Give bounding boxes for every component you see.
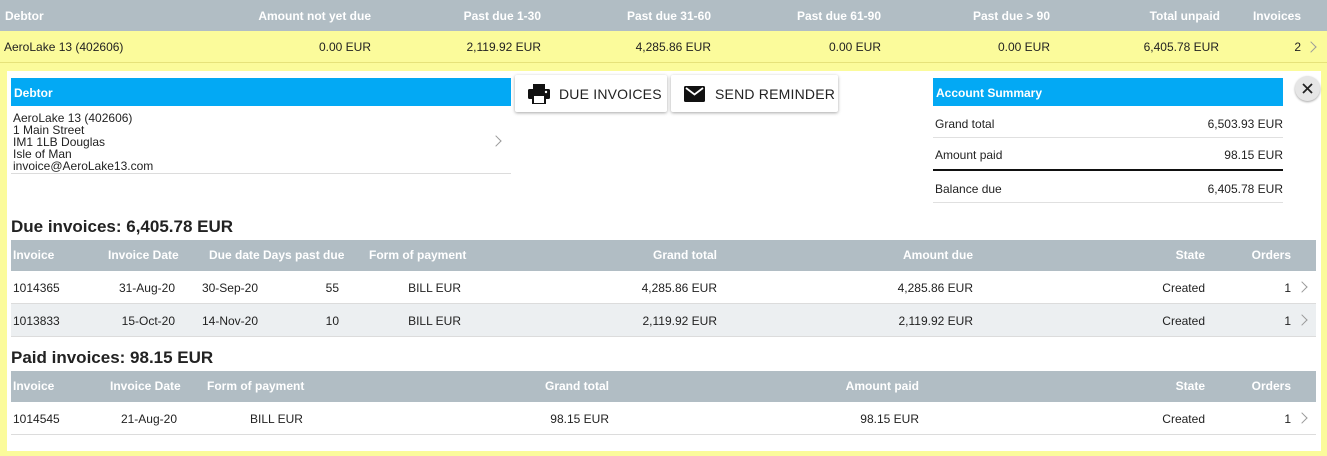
- due-invoices-label: DUE INVOICES: [559, 86, 662, 102]
- due-invoices-table-header: Invoice Invoice Date Due date Days past …: [11, 240, 1316, 271]
- chevron-right-icon[interactable]: [1296, 281, 1308, 293]
- due-invoices-button[interactable]: DUE INVOICES: [515, 75, 667, 112]
- balance-due-label: Balance due: [935, 182, 1002, 196]
- envelope-icon: [684, 86, 705, 102]
- grand-total-value: 6,503.93 EUR: [1207, 117, 1283, 131]
- cell-invoice: 1014365: [13, 281, 60, 295]
- col-due-date: Due date: [209, 248, 260, 262]
- cell-amount-due: 4,285.86 EUR: [897, 281, 973, 295]
- col-invoice: Invoice: [13, 248, 55, 262]
- debtor-email: invoice@AeroLake13.com: [13, 159, 154, 173]
- aging-table-header: Debtor Amount not yet due Past due 1-30 …: [0, 0, 1327, 31]
- cell-orders: 1: [1284, 314, 1291, 328]
- aging-row-selected[interactable]: AeroLake 13 (402606) 0.00 EUR 2,119.92 E…: [0, 31, 1327, 63]
- col-debtor: Debtor: [5, 9, 44, 23]
- cell-amount-due: 2,119.92 EUR: [898, 314, 974, 328]
- cell-days-past-due: 55: [325, 281, 339, 295]
- col-grand-total: Grand total: [544, 379, 609, 393]
- cell-amount-paid: 98.15 EUR: [860, 412, 919, 426]
- cell-invoice-date: 21-Aug-20: [120, 412, 177, 426]
- cell-days-past-due: 10: [325, 314, 339, 328]
- cell-due-date: 14-Nov-20: [201, 314, 258, 328]
- cell-due-date: 30-Sep-20: [201, 281, 258, 295]
- chevron-right-icon[interactable]: [1296, 314, 1308, 326]
- grand-total-label: Grand total: [935, 117, 995, 131]
- col-orders: Orders: [1251, 379, 1291, 393]
- amount-paid-value: 98.15 EUR: [1224, 148, 1283, 162]
- col-not-due: Amount not yet due: [258, 9, 371, 23]
- row-due-31-60: 4,285.86 EUR: [635, 40, 711, 54]
- close-icon: [1302, 83, 1313, 94]
- col-form-of-payment: Form of payment: [369, 248, 467, 262]
- cell-form-of-payment: BILL EUR: [408, 281, 461, 295]
- cell-grand-total: 2,119.92 EUR: [642, 314, 718, 328]
- cell-orders: 1: [1284, 281, 1291, 295]
- table-row[interactable]: 1013833 15-Oct-20 14-Nov-20 10 BILL EUR …: [11, 304, 1316, 337]
- amount-paid-label: Amount paid: [935, 148, 1003, 162]
- close-button[interactable]: [1295, 76, 1320, 101]
- col-state: State: [1175, 379, 1205, 393]
- cell-state: Created: [1162, 314, 1205, 328]
- row-debtor: AeroLake 13 (402606): [4, 40, 124, 54]
- paid-invoices-table-header: Invoice Invoice Date Form of payment Gra…: [11, 371, 1316, 402]
- chevron-right-icon[interactable]: [1296, 412, 1308, 424]
- col-total-unpaid: Total unpaid: [1149, 9, 1220, 23]
- table-row[interactable]: 1014545 21-Aug-20 BILL EUR 98.15 EUR 98.…: [11, 402, 1316, 435]
- col-grand-total: Grand total: [652, 248, 717, 262]
- col-due-1-30: Past due 1-30: [463, 9, 541, 23]
- col-amount-due: Amount due: [903, 248, 973, 262]
- due-invoices-title: Due invoices: 6,405.78 EUR: [11, 217, 234, 236]
- row-due-90: 0.00 EUR: [997, 40, 1050, 54]
- cell-grand-total: 98.15 EUR: [550, 412, 609, 426]
- cell-state: Created: [1162, 412, 1205, 426]
- cell-invoice-date: 15-Oct-20: [121, 314, 175, 328]
- cell-form-of-payment: BILL EUR: [408, 314, 461, 328]
- cell-state: Created: [1162, 281, 1205, 295]
- paid-invoices-title: Paid invoices: 98.15 EUR: [11, 348, 214, 367]
- col-invoice: Invoice: [13, 379, 55, 393]
- row-invoices: 2: [1294, 40, 1301, 54]
- divider: [11, 173, 511, 174]
- cell-orders: 1: [1284, 412, 1291, 426]
- col-orders: Orders: [1251, 248, 1291, 262]
- cell-invoice: 1013833: [13, 314, 60, 328]
- printer-icon: [528, 84, 550, 104]
- col-invoices: Invoices: [1252, 9, 1301, 23]
- row-not-due: 0.00 EUR: [318, 40, 371, 54]
- row-due-1-30: 2,119.92 EUR: [466, 40, 542, 54]
- chevron-right-icon[interactable]: [1305, 41, 1317, 53]
- divider: [933, 137, 1283, 138]
- col-due-61-90: Past due 61-90: [796, 9, 881, 23]
- col-days-past-due: Days past due: [263, 248, 345, 262]
- divider: [933, 202, 1283, 203]
- balance-due-value: 6,405.78 EUR: [1207, 182, 1283, 196]
- total-divider: [933, 169, 1283, 171]
- col-due-90: Past due > 90: [972, 9, 1050, 23]
- col-amount-paid: Amount paid: [845, 379, 919, 393]
- cell-invoice: 1014545: [13, 412, 60, 426]
- col-form-of-payment: Form of payment: [207, 379, 305, 393]
- account-summary-header: Account Summary: [933, 78, 1283, 106]
- col-due-31-60: Past due 31-60: [626, 9, 711, 23]
- debtor-card-header: Debtor: [11, 78, 511, 106]
- row-total-unpaid: 6,405.78 EUR: [1143, 40, 1219, 54]
- table-row[interactable]: 1014365 31-Aug-20 30-Sep-20 55 BILL EUR …: [11, 271, 1316, 304]
- cell-form-of-payment: BILL EUR: [250, 412, 303, 426]
- col-state: State: [1175, 248, 1205, 262]
- send-reminder-button[interactable]: SEND REMINDER: [671, 75, 838, 112]
- col-invoice-date: Invoice Date: [110, 379, 181, 393]
- cell-grand-total: 4,285.86 EUR: [641, 281, 717, 295]
- row-due-61-90: 0.00 EUR: [828, 40, 881, 54]
- send-reminder-label: SEND REMINDER: [715, 86, 836, 102]
- col-invoice-date: Invoice Date: [108, 248, 179, 262]
- cell-invoice-date: 31-Aug-20: [118, 281, 175, 295]
